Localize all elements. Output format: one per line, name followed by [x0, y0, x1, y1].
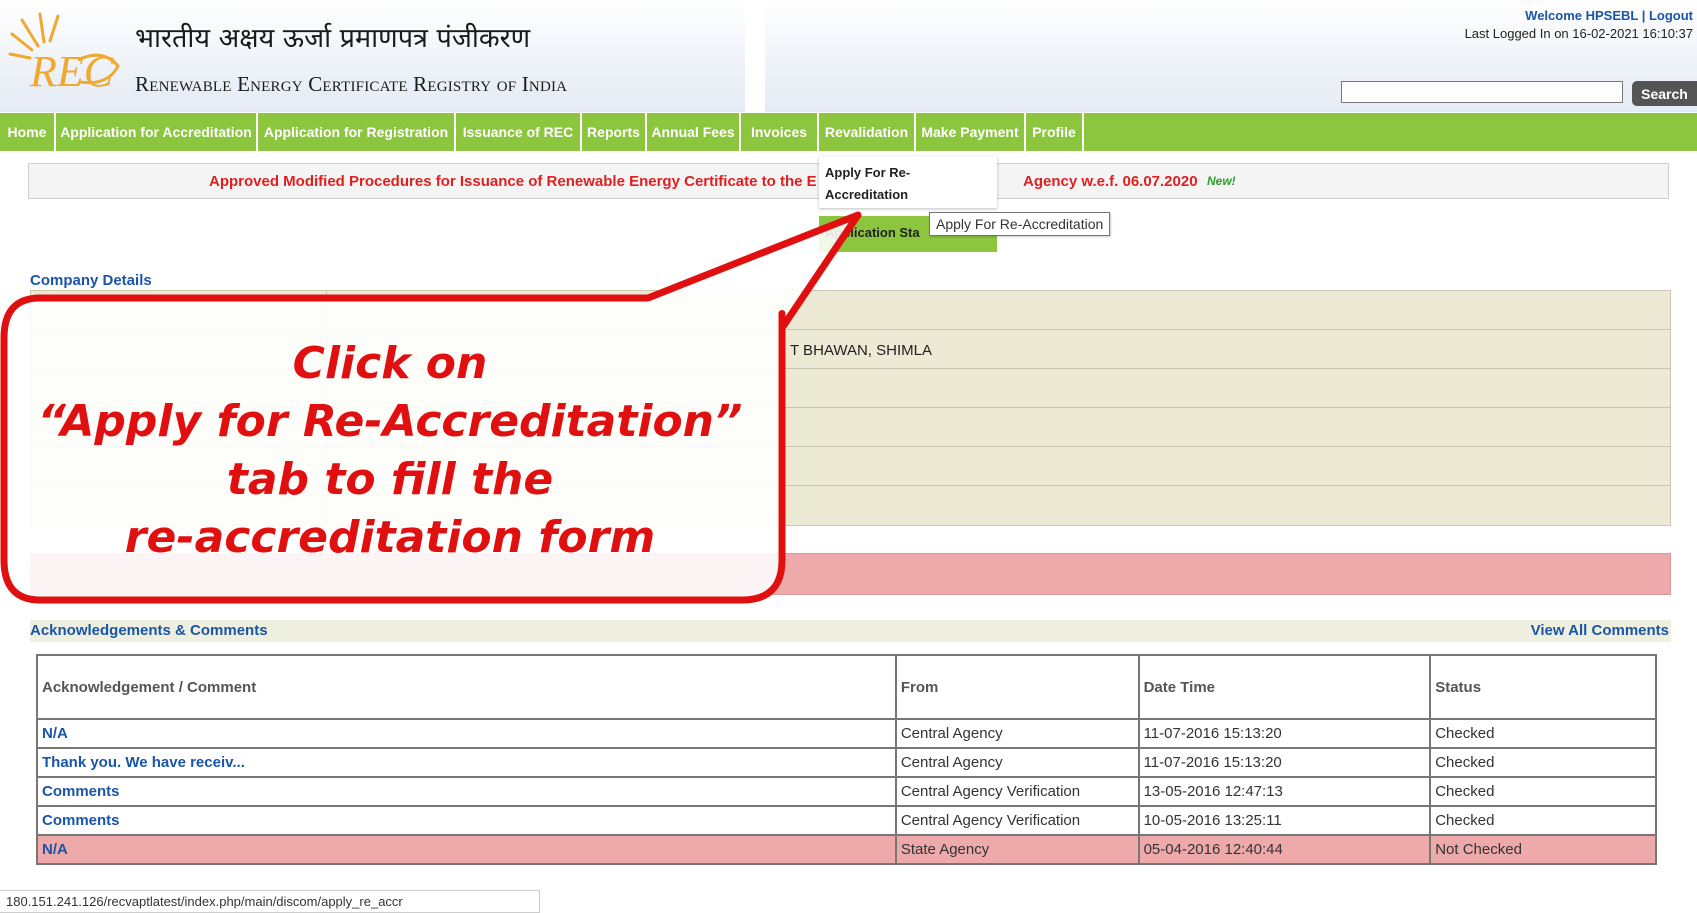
callout-line: tab to fill the: [226, 454, 554, 505]
callout-text: Click on “Apply for Re-Accreditation” ta…: [10, 335, 770, 567]
callout-line: re-accreditation form: [124, 512, 656, 563]
callout-line: “Apply for Re-Accreditation”: [37, 396, 743, 447]
callout-line: Click on: [292, 338, 488, 389]
